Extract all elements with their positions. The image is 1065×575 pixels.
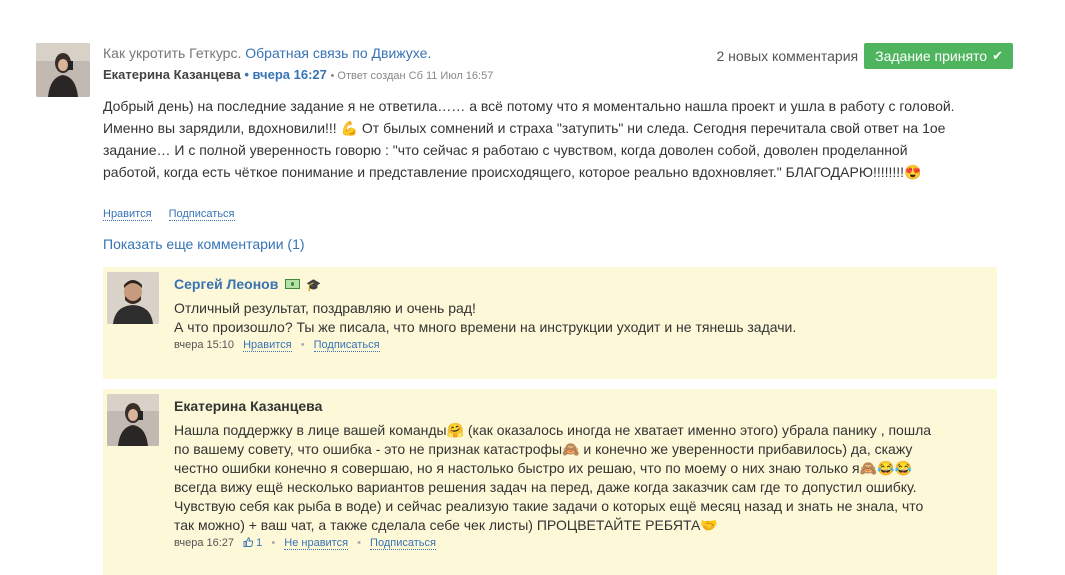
subscribe-link[interactable]: Подписаться [370, 537, 436, 550]
post-body-line: Именно вы зарядили, вдохновили!!! 💪 От б… [103, 120, 946, 136]
avatar[interactable] [36, 43, 90, 97]
comment-text-line: Чувствую себя как рыба в воде) и сейчас … [174, 498, 924, 514]
avatar-photo [107, 394, 159, 446]
post-time[interactable]: • вчера 16:27 [244, 67, 326, 82]
money-badge-icon [285, 279, 301, 289]
post-created: • Ответ создан Сб 11 Июл 16:57 [330, 70, 494, 82]
comment-body: Екатерина Казанцева Нашла поддержку в ли… [174, 397, 994, 550]
avatar[interactable] [107, 394, 159, 446]
graduation-cap-icon: 🎓 [306, 278, 322, 292]
breadcrumb-topic[interactable]: Обратная связь по Движухе. [245, 45, 431, 61]
separator: • [300, 339, 305, 351]
subscribe-link[interactable]: Подписаться [168, 208, 235, 221]
like-link[interactable]: Нравится [103, 208, 152, 221]
comment-text-line: А что произошло? Ты же писала, что много… [174, 319, 797, 335]
new-comments-count[interactable]: 2 новых комментария [716, 48, 858, 64]
comment-time: вчера 16:27 [174, 537, 235, 549]
comment-time: вчера 15:10 [174, 339, 235, 351]
comment-text-line: Нашла поддержку в лице вашей команды🤗 (к… [174, 422, 932, 438]
post-status: 2 новых комментария Задание принято ✔ [716, 43, 1013, 69]
post-author[interactable]: Екатерина Казанцева [103, 67, 241, 82]
breadcrumb-course[interactable]: Как укротить Геткурс. [103, 45, 241, 61]
comment-meta: вчера 15:10 Нравится • Подписаться [174, 339, 984, 352]
comment-text-line: Отличный результат, поздравляю и очень р… [174, 300, 476, 316]
comment-author[interactable]: Екатерина Казанцева [174, 397, 994, 415]
subscribe-link[interactable]: Подписаться [313, 339, 380, 352]
post-body-line: работой, когда есть чёткое понимание и п… [103, 164, 922, 180]
task-accepted-label: Задание принято [875, 48, 988, 64]
avatar-photo [36, 43, 90, 97]
comment: Сергей Леонов 🎓 Отличный результат, позд… [103, 267, 997, 379]
separator: • [271, 537, 276, 549]
avatar-photo [107, 272, 159, 324]
unlike-link[interactable]: Не нравится [284, 537, 349, 550]
post-actions: Нравится Подписаться [103, 208, 249, 221]
comment-author[interactable]: Сергей Леонов [174, 276, 278, 292]
post-header: Как укротить Геткурс. Обратная связь по … [103, 45, 723, 84]
comment-body: Сергей Леонов 🎓 Отличный результат, позд… [174, 275, 984, 352]
comment-text-line: честно ошибки конечно я совершаю, но я н… [174, 460, 912, 476]
like-count: 1 [256, 537, 263, 549]
comment-meta: вчера 16:27 1 • Не нравится • Подписатьс… [174, 537, 994, 550]
post-body: Добрый день) на последние задание я не о… [103, 95, 1023, 183]
post-body-line: Добрый день) на последние задание я не о… [103, 98, 955, 114]
task-accepted-button[interactable]: Задание принято ✔ [864, 43, 1013, 69]
comment-author-line: Сергей Леонов 🎓 [174, 275, 984, 294]
show-more-comments[interactable]: Показать еще комментарии (1) [103, 236, 305, 252]
post-author-line: Екатерина Казанцева • вчера 16:27 • Отве… [103, 67, 723, 84]
comment-text-line: так можно) + ваш чат, а также сделала се… [174, 517, 718, 533]
thumbs-up-icon[interactable] [243, 537, 254, 547]
like-link[interactable]: Нравится [243, 339, 292, 352]
check-icon: ✔ [992, 48, 1003, 63]
comment-text: Нашла поддержку в лице вашей команды🤗 (к… [174, 421, 994, 535]
avatar[interactable] [107, 272, 159, 324]
separator: • [357, 537, 361, 549]
comment-text-line: всегда вижу ещё несколько вариантов реше… [174, 479, 917, 495]
breadcrumb: Как укротить Геткурс. Обратная связь по … [103, 45, 723, 61]
comment-text-line: по вашему совету, что ошибка - это не пр… [174, 441, 913, 457]
post-body-line: задание… И с полной уверенность говорю :… [103, 142, 908, 158]
comment: Екатерина Казанцева Нашла поддержку в ли… [103, 389, 997, 575]
comment-text: Отличный результат, поздравляю и очень р… [174, 299, 984, 337]
